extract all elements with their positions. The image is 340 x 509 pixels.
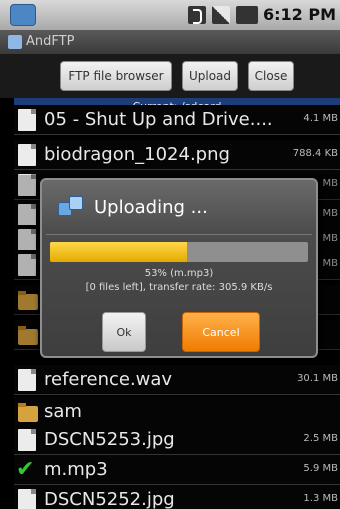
file-icon	[18, 144, 36, 166]
file-row[interactable]: ✔ m.mp3 5.9 MB	[14, 455, 340, 485]
close-button[interactable]: Close	[248, 61, 294, 91]
battery-icon	[236, 6, 258, 24]
upload-dialog: Uploading ... 53% (m.mp3) [0 files left]…	[40, 178, 318, 358]
file-name: biodragon_1024.png	[44, 144, 230, 165]
file-icon	[18, 369, 36, 391]
file-row[interactable]: 05 - Shut Up and Drive.... 4.1 MB	[14, 105, 340, 135]
ftp-file-browser-button[interactable]: FTP file browser	[60, 61, 172, 91]
status-time: 6:12 PM	[262, 5, 336, 24]
status-icons	[188, 6, 258, 24]
signal-icon	[212, 6, 230, 24]
file-size: 788.4 KB	[292, 148, 338, 159]
file-icon	[18, 489, 36, 509]
file-row[interactable]: reference.wav 30.1 MB	[14, 365, 340, 395]
file-name: reference.wav	[44, 369, 173, 390]
file-size: 5.9 MB	[303, 463, 338, 474]
dialog-header: Uploading ...	[42, 180, 316, 234]
file-name: sam	[44, 401, 82, 422]
bluetooth-icon	[188, 6, 206, 24]
cancel-button[interactable]: Cancel	[182, 312, 260, 352]
upload-button[interactable]: Upload	[182, 61, 238, 91]
file-name: DSCN5253.jpg	[44, 429, 175, 450]
app-icon	[10, 4, 36, 26]
file-row[interactable]: DSCN5252.jpg 1.3 MB	[14, 485, 340, 509]
file-name: DSCN5252.jpg	[44, 489, 175, 509]
progress-text: 53% (m.mp3)	[144, 268, 214, 279]
file-icon	[18, 109, 36, 131]
file-size: 2.5 MB	[303, 433, 338, 444]
file-row[interactable]: biodragon_1024.png 788.4 KB	[14, 140, 340, 170]
file-size: 1.3 MB	[303, 493, 338, 504]
toolbar: FTP file browser Upload Close	[0, 54, 340, 98]
ok-button[interactable]: Ok	[102, 312, 146, 352]
andftp-icon	[8, 35, 22, 49]
file-row[interactable]: DSCN5253.jpg 2.5 MB	[14, 425, 340, 455]
upload-progress-bar	[50, 242, 308, 262]
progress-fill	[50, 242, 187, 262]
file-name: m.mp3	[44, 459, 108, 480]
file-size: 30.1 MB	[297, 373, 338, 384]
file-icon	[18, 429, 36, 451]
app-title: AndFTP	[26, 34, 75, 49]
upload-icon	[58, 196, 84, 220]
file-size: 4.1 MB	[303, 113, 338, 124]
file-row[interactable]: sam	[14, 397, 340, 427]
dialog-title: Uploading ...	[94, 197, 208, 218]
folder-icon	[18, 403, 38, 422]
file-name: 05 - Shut Up and Drive....	[44, 109, 273, 130]
status-bar: 6:12 PM	[0, 0, 340, 30]
app-title-bar: AndFTP	[0, 30, 340, 54]
dialog-divider	[46, 234, 312, 235]
transfer-info: [0 files left], transfer rate: 305.9 KB/…	[85, 282, 273, 293]
checkmark-icon: ✔	[16, 457, 35, 482]
